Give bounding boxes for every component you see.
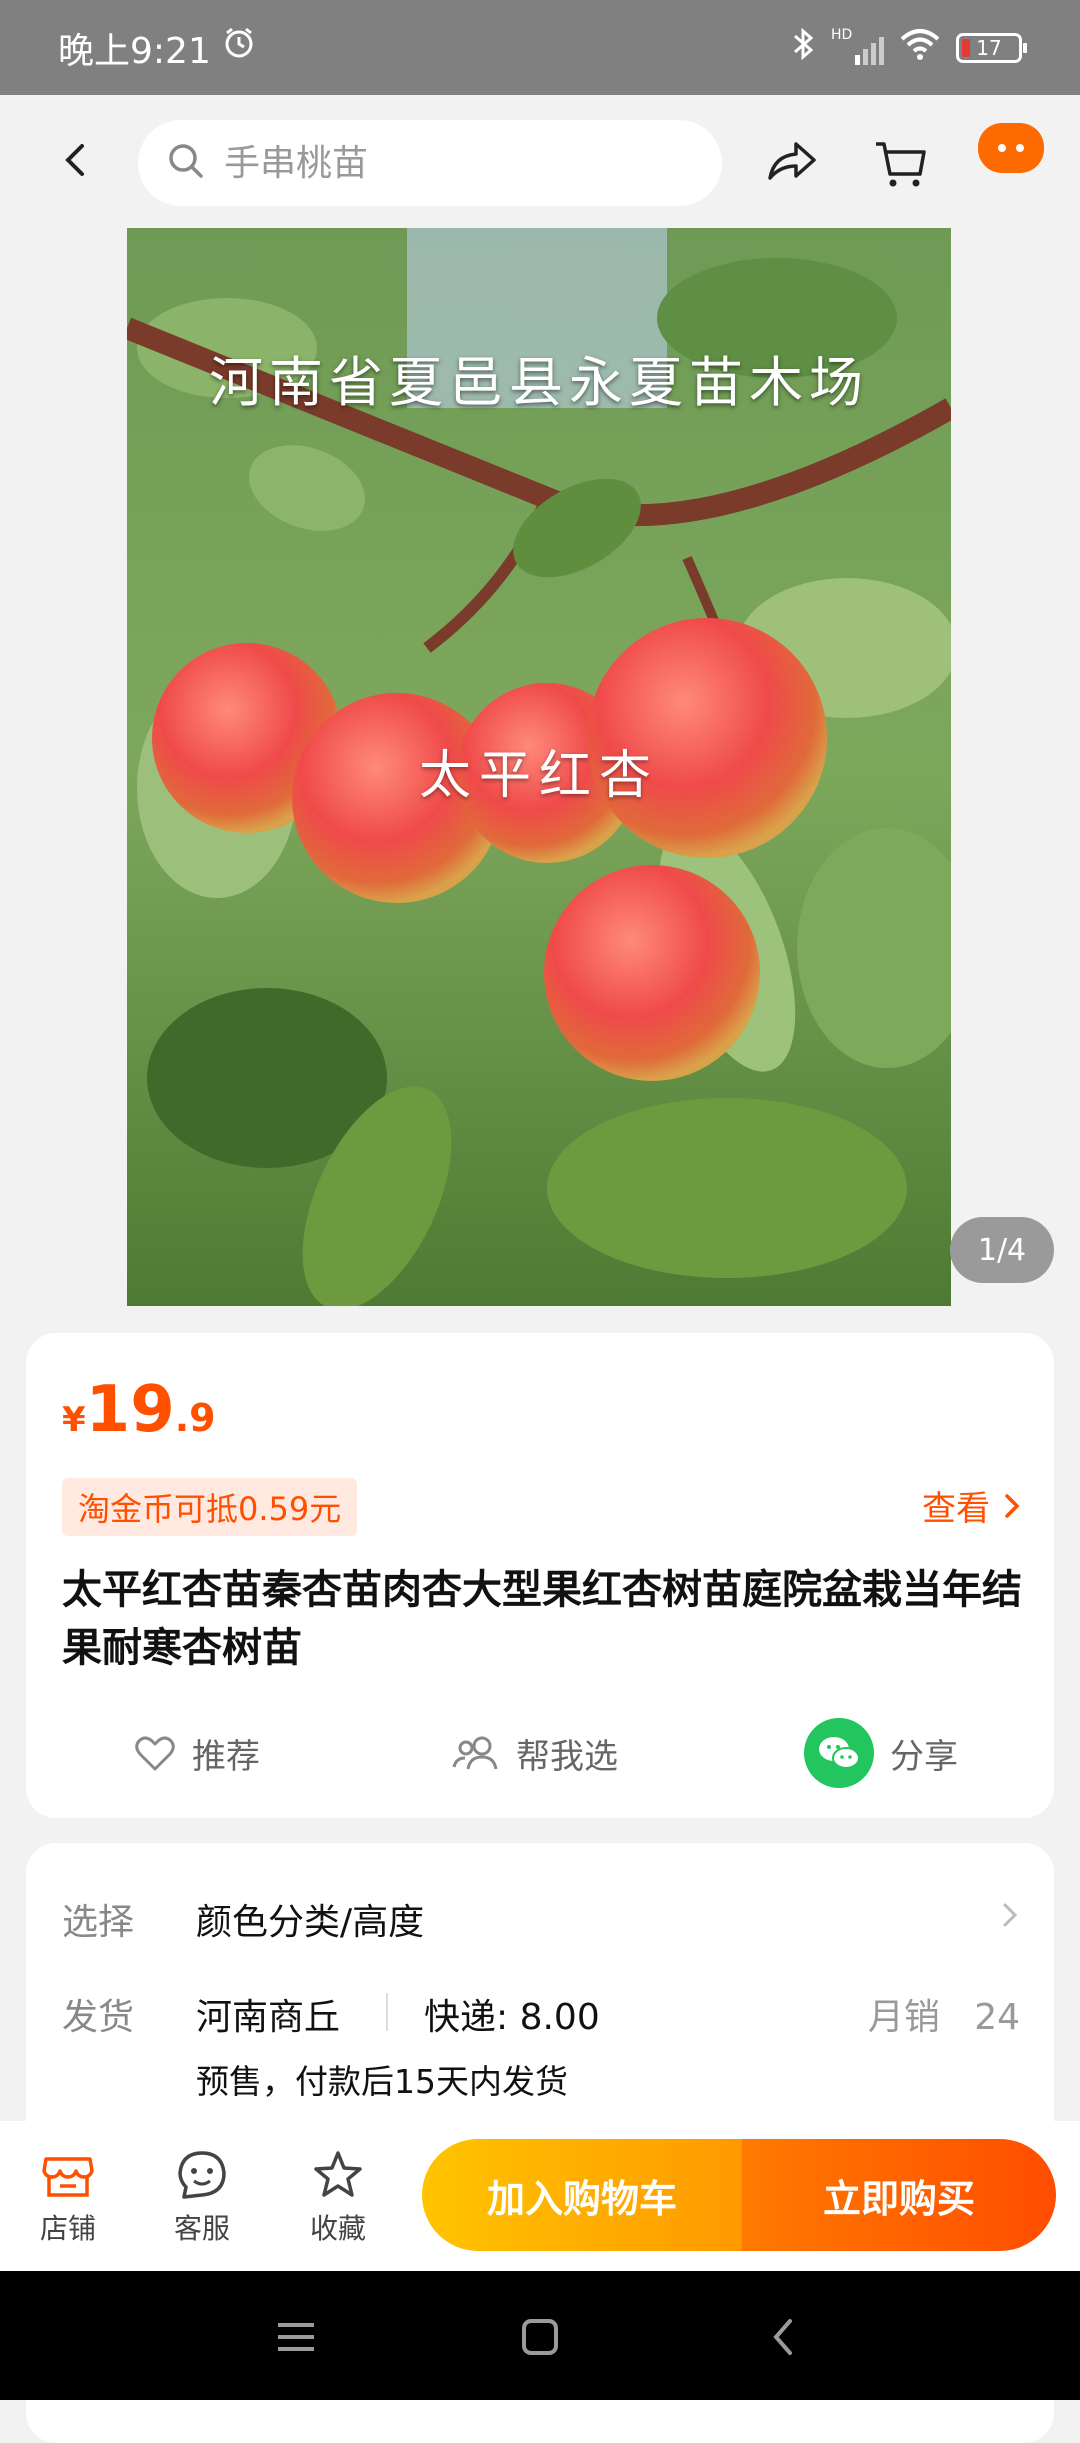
star-icon xyxy=(288,2143,388,2207)
search-icon xyxy=(166,141,206,185)
help-choose-button[interactable]: 帮我选 xyxy=(452,1718,618,1788)
message-icon[interactable] xyxy=(978,123,1044,173)
status-time: 晚上9:21 xyxy=(58,30,211,72)
search-input[interactable] xyxy=(222,141,696,185)
view-coin-link[interactable]: 查看 xyxy=(922,1481,1022,1530)
battery-level: 17 xyxy=(976,35,1002,60)
product-actions: 推荐 帮我选 分享 xyxy=(26,1718,1054,1788)
favorite-button[interactable]: 收藏 xyxy=(288,2143,388,2247)
recommend-button[interactable]: 推荐 xyxy=(134,1718,260,1788)
chevron-right-icon xyxy=(1005,1493,1020,1518)
recommend-label: 推荐 xyxy=(192,1736,260,1777)
buy-now-button[interactable]: 立即购买 xyxy=(742,2139,1056,2251)
view-link-label: 查看 xyxy=(922,1489,990,1529)
menu-icon[interactable] xyxy=(272,2313,320,2361)
wechat-icon xyxy=(804,1718,874,1788)
bottom-action-bar: 店铺 客服 收藏 加入购物车 立即购买 xyxy=(0,2121,1080,2271)
battery-icon: 17 xyxy=(956,32,1027,63)
nav-back-icon[interactable] xyxy=(760,2313,808,2361)
product-title: 太平红杏苗秦杏苗肉杏大型果红杏树苗庭院盆栽当年结果耐寒杏树苗 xyxy=(62,1567,1022,1671)
search-bar[interactable] xyxy=(138,120,722,206)
monthly-sales-label: 月销 xyxy=(867,1997,940,2038)
image-caption-center: 太平红杏 xyxy=(418,746,659,806)
store-icon xyxy=(18,2143,118,2207)
status-bar: 晚上9:21 HD 17 xyxy=(0,0,1080,95)
add-to-cart-button[interactable]: 加入购物车 xyxy=(422,2139,742,2251)
status-left: 晚上9:21 xyxy=(58,22,257,74)
monthly-sales: 月销 24 xyxy=(868,1988,1020,2040)
wifi-icon xyxy=(898,27,942,68)
chevron-right-icon xyxy=(1003,1903,1018,1927)
cart-icon[interactable] xyxy=(870,132,932,194)
share-icon[interactable] xyxy=(760,132,822,194)
home-icon[interactable] xyxy=(516,2313,564,2361)
signal-icon: HD xyxy=(831,27,884,65)
customer-service-button[interactable]: 客服 xyxy=(152,2143,252,2247)
product-image-carousel[interactable]: 河南省夏邑县永夏苗木场 太平红杏 xyxy=(127,228,951,1306)
store-label: 店铺 xyxy=(39,2212,96,2245)
network-type-label: HD xyxy=(831,26,853,43)
select-value: 颜色分类/高度 xyxy=(196,1902,425,1943)
price-currency: ¥ xyxy=(62,1400,86,1440)
image-caption-top: 河南省夏邑县永夏苗木场 xyxy=(209,351,869,414)
shipping-note: 预售，付款后15天内发货 xyxy=(196,2062,568,2101)
chat-smile-icon xyxy=(152,2143,252,2207)
favorite-label: 收藏 xyxy=(309,2212,366,2245)
image-page-indicator: 1/4 xyxy=(950,1217,1054,1283)
customer-service-label: 客服 xyxy=(173,2212,230,2245)
system-nav-bar xyxy=(0,2271,1080,2400)
divider xyxy=(386,1993,388,2031)
back-icon[interactable] xyxy=(46,130,106,190)
select-label: 选择 xyxy=(62,1902,135,1943)
people-icon xyxy=(452,1736,498,1770)
help-choose-label: 帮我选 xyxy=(516,1736,618,1777)
spec-select-row[interactable]: 选择 颜色分类/高度 xyxy=(26,1843,1054,1963)
product-info-card: ¥19.9 淘金币可抵0.59元 查看 太平红杏苗秦杏苗肉杏大型果红杏树苗庭院盆… xyxy=(26,1333,1054,1818)
wechat-share-button[interactable]: 分享 xyxy=(804,1718,958,1788)
share-label: 分享 xyxy=(890,1736,958,1777)
price: ¥19.9 xyxy=(62,1373,216,1447)
store-button[interactable]: 店铺 xyxy=(18,2143,118,2247)
ship-label: 发货 xyxy=(62,1997,135,2038)
ship-origin: 河南商丘 xyxy=(196,1997,341,2038)
status-right: HD 17 xyxy=(791,26,1027,69)
price-integer: 19 xyxy=(85,1373,175,1447)
heart-icon xyxy=(135,1736,175,1771)
price-decimal: .9 xyxy=(174,1396,216,1440)
alarm-icon xyxy=(221,25,257,70)
shipping-fee: 快递: 8.00 xyxy=(424,1997,600,2038)
top-nav xyxy=(0,95,1080,230)
coin-discount-tag: 淘金币可抵0.59元 xyxy=(62,1478,358,1536)
monthly-sales-value: 24 xyxy=(974,1997,1020,2038)
bluetooth-icon xyxy=(791,26,817,69)
